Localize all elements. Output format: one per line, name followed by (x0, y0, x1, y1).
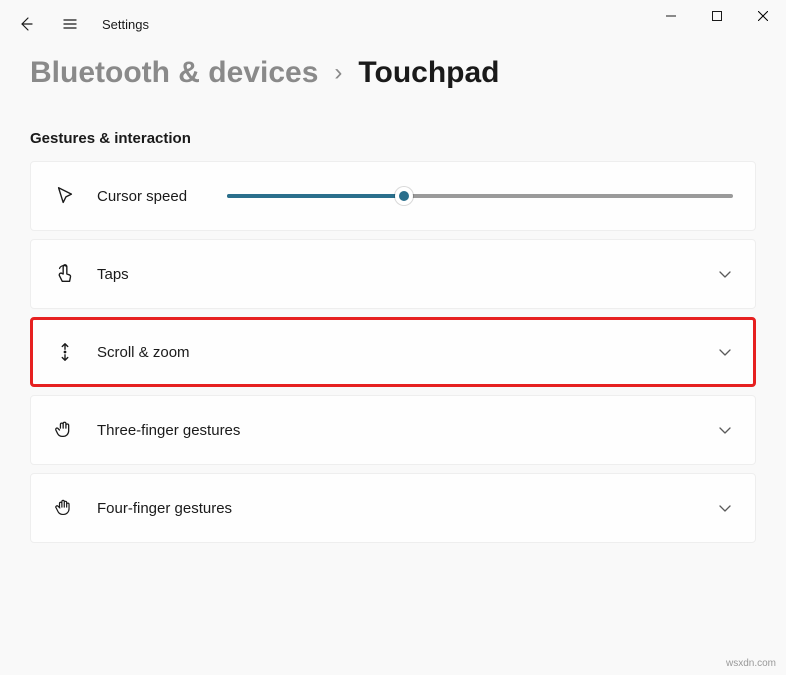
maximize-button[interactable] (694, 0, 740, 32)
minimize-button[interactable] (648, 0, 694, 32)
chevron-down-icon (717, 500, 733, 516)
section-header: Gestures & interaction (30, 130, 756, 147)
chevron-right-icon: › (334, 59, 342, 87)
breadcrumb-parent[interactable]: Bluetooth & devices (30, 56, 318, 90)
hamburger-icon (62, 16, 78, 32)
window-controls (648, 0, 786, 32)
taps-card[interactable]: Taps (30, 239, 756, 309)
app-title: Settings (102, 17, 149, 32)
arrow-left-icon (18, 16, 34, 32)
watermark: wsxdn.com (726, 658, 776, 669)
minimize-icon (666, 11, 676, 21)
close-icon (758, 11, 768, 21)
titlebar: Settings (0, 0, 786, 48)
breadcrumb: Bluetooth & devices › Touchpad (30, 56, 756, 90)
three-finger-icon (53, 418, 77, 442)
chevron-down-icon (717, 344, 733, 360)
menu-button[interactable] (52, 6, 88, 42)
scroll-icon (53, 340, 77, 364)
cursor-icon (53, 184, 77, 208)
chevron-down-icon (717, 266, 733, 282)
taps-label: Taps (97, 266, 129, 283)
scroll-zoom-label: Scroll & zoom (97, 344, 190, 361)
slider-thumb[interactable] (395, 187, 413, 205)
cursor-speed-slider[interactable] (227, 194, 733, 198)
cursor-speed-label: Cursor speed (97, 188, 187, 205)
content-area: Bluetooth & devices › Touchpad Gestures … (0, 56, 786, 543)
scroll-zoom-card[interactable]: Scroll & zoom (30, 317, 756, 387)
four-finger-icon (53, 496, 77, 520)
chevron-down-icon (717, 422, 733, 438)
breadcrumb-current: Touchpad (358, 56, 499, 90)
slider-fill (227, 194, 404, 198)
three-finger-card[interactable]: Three-finger gestures (30, 395, 756, 465)
maximize-icon (712, 11, 722, 21)
titlebar-left: Settings (8, 6, 149, 42)
four-finger-label: Four-finger gestures (97, 500, 232, 517)
four-finger-card[interactable]: Four-finger gestures (30, 473, 756, 543)
cursor-speed-card: Cursor speed (30, 161, 756, 231)
close-button[interactable] (740, 0, 786, 32)
tap-icon (53, 262, 77, 286)
back-button[interactable] (8, 6, 44, 42)
three-finger-label: Three-finger gestures (97, 422, 240, 439)
